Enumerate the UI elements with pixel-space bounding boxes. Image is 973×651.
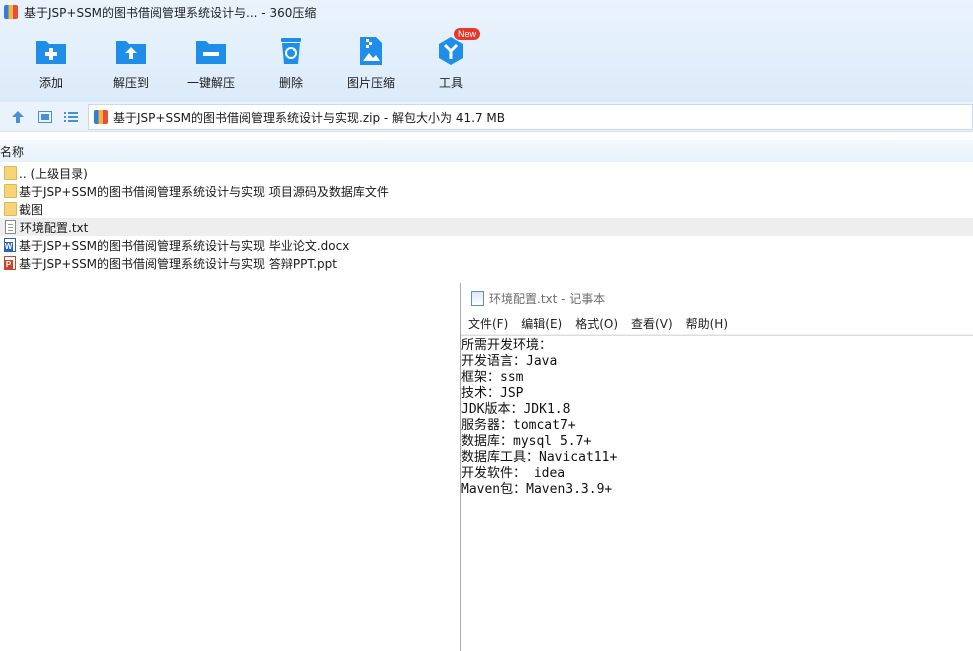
tools-button[interactable]: New 工具	[411, 28, 491, 96]
text-line: 数据库工具：Navicat11+	[461, 450, 618, 465]
folder-icon	[4, 202, 17, 216]
word-file-icon: W	[4, 238, 16, 252]
add-label: 添加	[38, 76, 63, 90]
file-list: .. (上级目录) 基于JSP+SSM的图书借阅管理系统设计与实现 项目源码及数…	[0, 164, 973, 272]
text-file-icon	[5, 220, 16, 234]
address-field[interactable]: 基于JSP+SSM的图书借阅管理系统设计与实现.zip - 解包大小为 41.7…	[88, 104, 973, 130]
one-click-extract-icon	[194, 34, 228, 68]
list-header: 名称	[0, 140, 973, 162]
extract-to-button[interactable]: 解压到	[91, 30, 171, 96]
image-compress-label: 图片压缩	[346, 76, 395, 90]
toolbar: 添加 解压到 一键解压 删除 图片压缩 New 工具	[0, 28, 491, 96]
image-compress-button[interactable]: 图片压缩	[331, 30, 411, 96]
notepad-icon	[471, 290, 484, 306]
notepad-title-bar: 环境配置.txt - 记事本	[461, 283, 973, 313]
list-item-name: 环境配置.txt	[20, 220, 89, 235]
title-bar: 基于JSP+SSM的图书借阅管理系统设计与... - 360压缩	[0, 0, 973, 24]
list-item-name: 截图	[19, 202, 44, 217]
list-item[interactable]: .. (上级目录)	[0, 164, 973, 182]
zip-app-icon	[4, 5, 18, 19]
list-item-name: 基于JSP+SSM的图书借阅管理系统设计与实现 项目源码及数据库文件	[19, 184, 389, 199]
text-line: 开发软件： idea	[461, 466, 566, 481]
new-badge: New	[453, 28, 480, 40]
menu-help[interactable]: 帮助(H)	[686, 315, 728, 332]
tools-icon: New	[434, 28, 480, 68]
notepad-text-area[interactable]: 所需开发环境： 开发语言：Java 框架：ssm 技术：JSP JDK版本：JD…	[461, 335, 973, 498]
menu-edit[interactable]: 编辑(E)	[521, 315, 562, 332]
extract-to-icon	[114, 34, 148, 68]
thumbnail-view-icon[interactable]	[37, 109, 53, 125]
notepad-window: 环境配置.txt - 记事本 文件(F) 编辑(E) 格式(O) 查看(V) 帮…	[460, 283, 973, 651]
list-item[interactable]: 截图	[0, 200, 973, 218]
column-header-name[interactable]: 名称	[0, 143, 24, 160]
text-line: JDK版本：JDK1.8	[461, 402, 571, 417]
image-compress-icon	[354, 34, 388, 68]
one-click-extract-button[interactable]: 一键解压	[171, 30, 251, 96]
notepad-title: 环境配置.txt - 记事本	[489, 291, 606, 306]
powerpoint-file-icon: P	[4, 256, 16, 270]
folder-icon	[4, 184, 17, 198]
menu-format[interactable]: 格式(O)	[575, 315, 618, 332]
list-item-name: .. (上级目录)	[19, 166, 88, 181]
delete-button[interactable]: 删除	[251, 30, 331, 96]
text-line: 服务器：tomcat7+	[461, 418, 576, 433]
list-view-icon[interactable]	[63, 109, 79, 125]
notepad-menu-bar: 文件(F) 编辑(E) 格式(O) 查看(V) 帮助(H)	[461, 313, 973, 335]
text-line: 框架：ssm	[461, 370, 524, 385]
up-arrow-icon[interactable]	[10, 109, 26, 125]
list-item[interactable]: P 基于JSP+SSM的图书借阅管理系统设计与实现 答辩PPT.ppt	[0, 254, 973, 272]
tools-label: 工具	[438, 76, 463, 90]
zip-file-icon	[94, 110, 108, 124]
extract-to-label: 解压到	[112, 76, 149, 90]
list-item[interactable]: 基于JSP+SSM的图书借阅管理系统设计与实现 项目源码及数据库文件	[0, 182, 973, 200]
folder-icon	[4, 166, 17, 180]
text-line: 所需开发环境：	[461, 338, 553, 353]
menu-view[interactable]: 查看(V)	[631, 315, 673, 332]
address-bar: 基于JSP+SSM的图书借阅管理系统设计与实现.zip - 解包大小为 41.7…	[0, 102, 973, 132]
text-line: 开发语言：Java	[461, 354, 558, 369]
delete-icon	[274, 34, 308, 68]
list-item-name: 基于JSP+SSM的图书借阅管理系统设计与实现 答辩PPT.ppt	[19, 256, 337, 271]
app-header: 基于JSP+SSM的图书借阅管理系统设计与... - 360压缩 添加 解压到	[0, 0, 973, 102]
list-item[interactable]: W 基于JSP+SSM的图书借阅管理系统设计与实现 毕业论文.docx	[0, 236, 973, 254]
one-click-extract-label: 一键解压	[186, 76, 235, 90]
add-icon	[34, 34, 68, 68]
delete-label: 删除	[278, 76, 303, 90]
list-item-name: 基于JSP+SSM的图书借阅管理系统设计与实现 毕业论文.docx	[19, 238, 350, 253]
text-line: Maven包：Maven3.3.9+	[461, 482, 613, 497]
menu-file[interactable]: 文件(F)	[468, 315, 508, 332]
window-title: 基于JSP+SSM的图书借阅管理系统设计与... - 360压缩	[24, 5, 317, 20]
list-item-selected[interactable]: 环境配置.txt	[0, 218, 973, 236]
add-button[interactable]: 添加	[11, 30, 91, 96]
archive-path: 基于JSP+SSM的图书借阅管理系统设计与实现.zip - 解包大小为 41.7…	[113, 110, 505, 125]
text-line: 技术：JSP	[461, 386, 524, 401]
text-line: 数据库：mysql 5.7+	[461, 434, 592, 449]
